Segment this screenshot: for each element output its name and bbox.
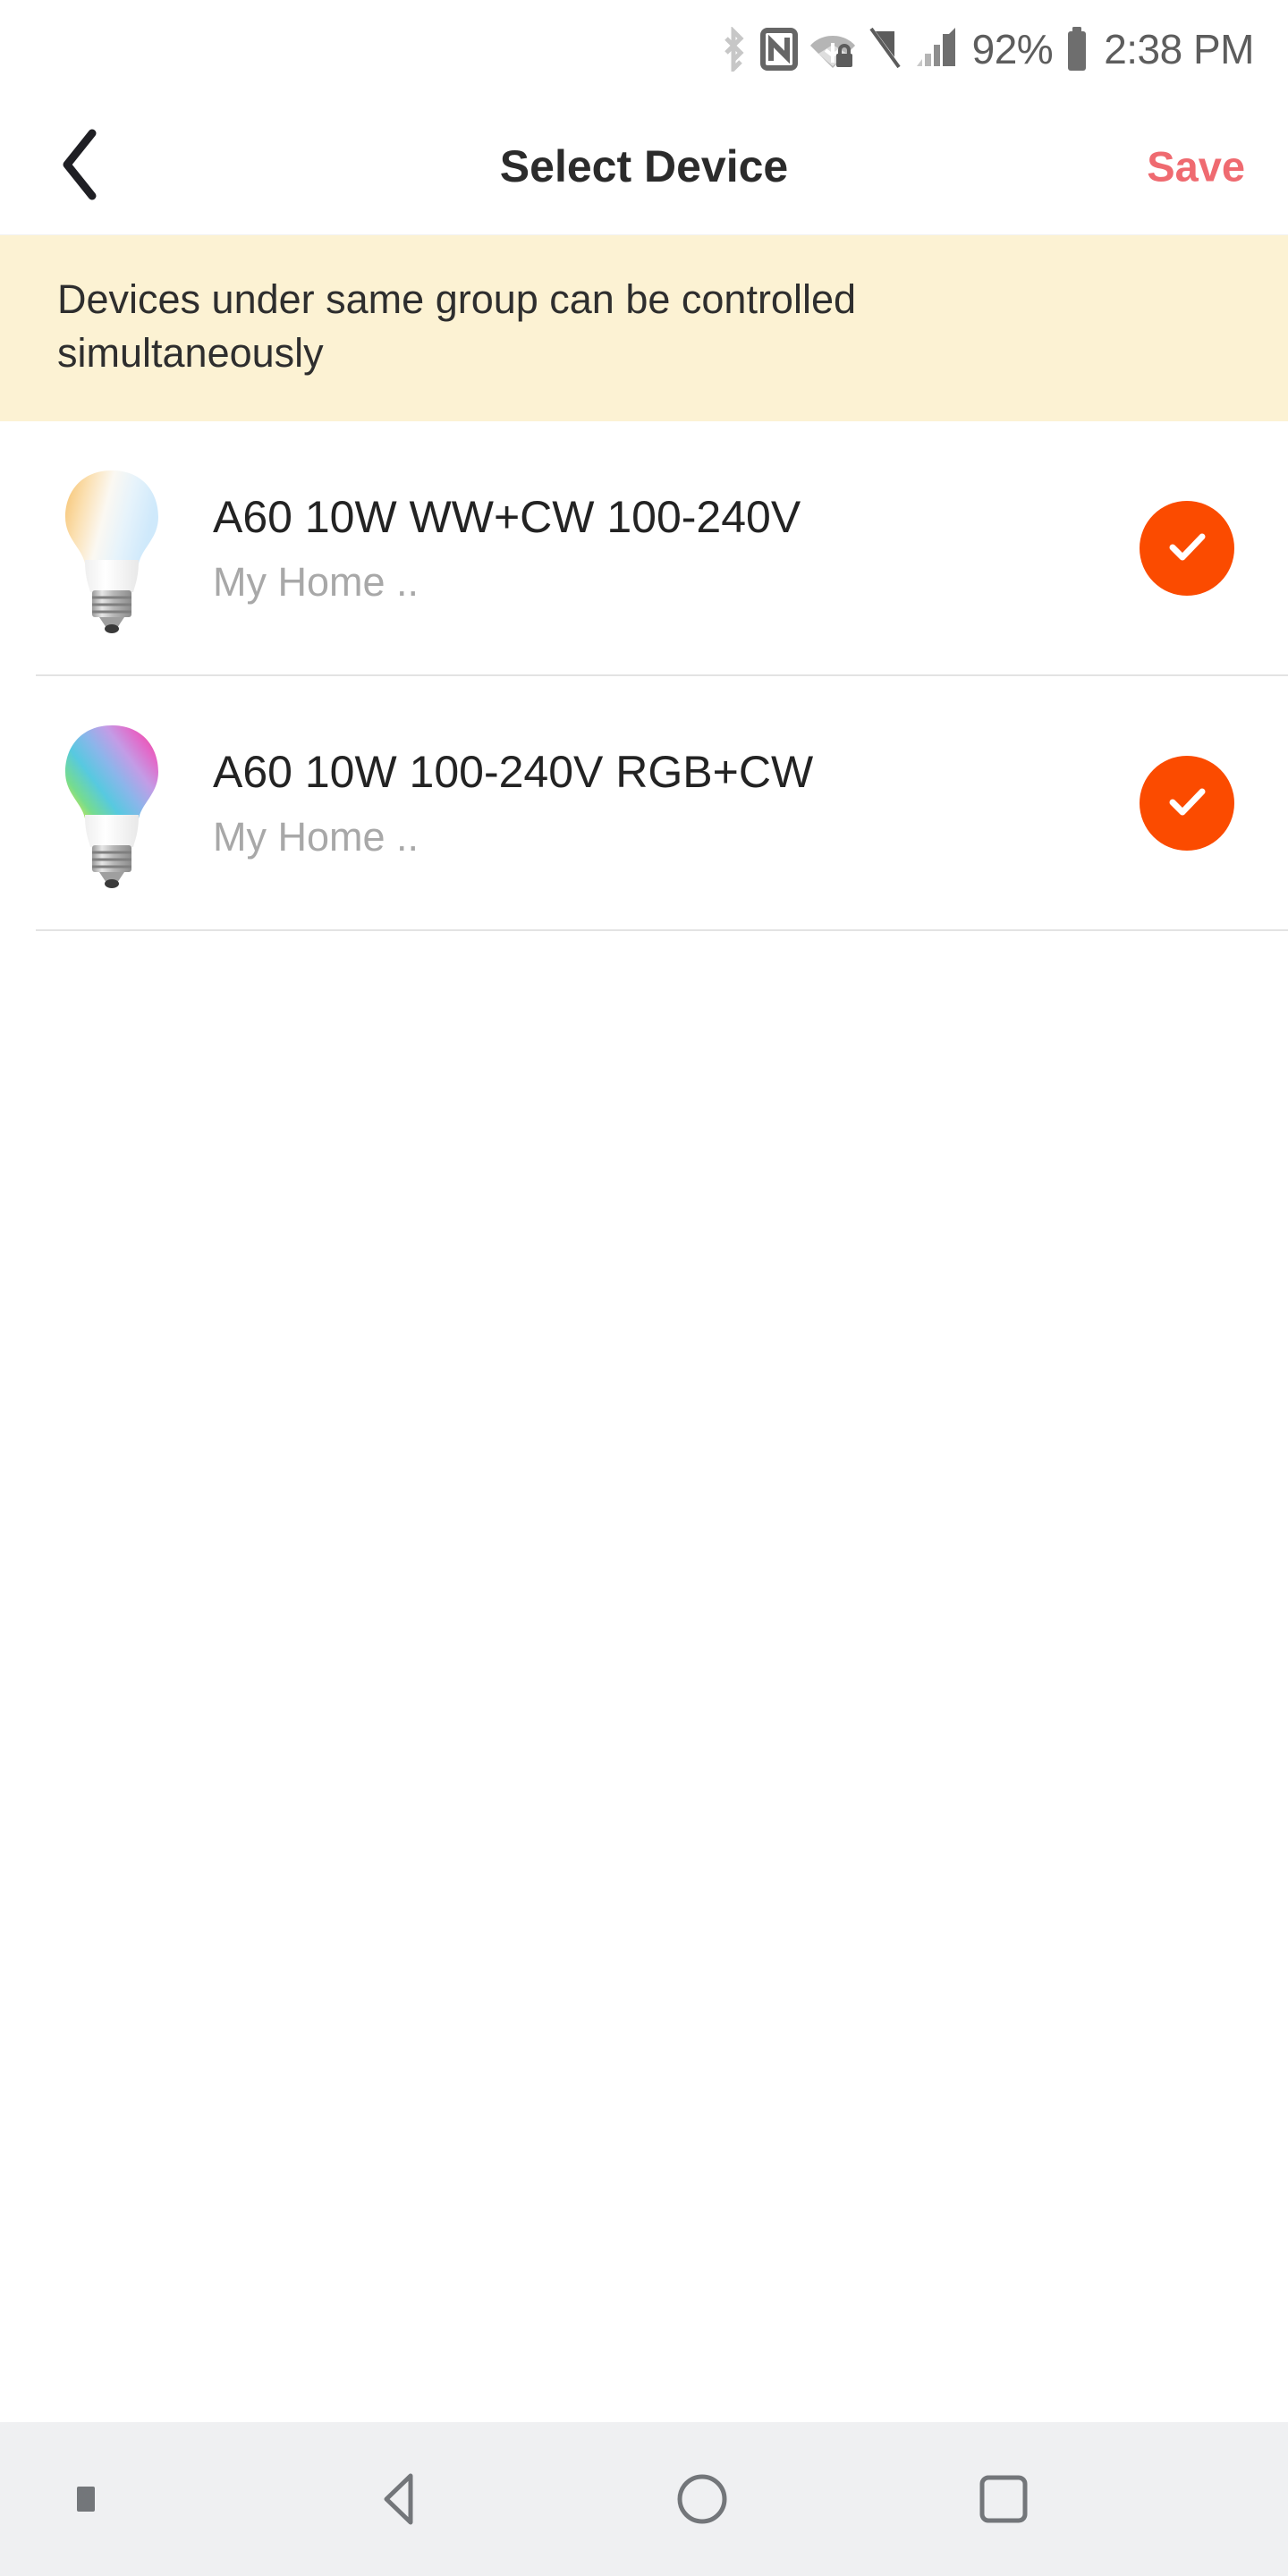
back-triangle-icon — [369, 2467, 433, 2531]
notice-text: Devices under same group can be controll… — [57, 276, 857, 376]
clock-label: 2:38 PM — [1104, 26, 1254, 72]
keyboard-indicator-icon[interactable] — [77, 2487, 95, 2512]
home-circle-icon — [670, 2467, 734, 2531]
back-button[interactable] — [30, 117, 129, 216]
device-info: A60 10W 100-240V RGB+CW My Home .. — [188, 749, 1140, 858]
check-icon — [1161, 521, 1213, 577]
battery-percent-label: 92% — [971, 26, 1054, 72]
bluetooth-icon — [718, 27, 749, 72]
nav-recents-button[interactable] — [950, 2445, 1057, 2553]
device-info: A60 10W WW+CW 100-240V My Home .. — [188, 494, 1140, 603]
cellular-signal-icon — [913, 27, 958, 72]
check-icon — [1161, 775, 1213, 832]
phone-screen: 92% 2:38 PM Select Device Save Devices u… — [0, 0, 1288, 2576]
nav-home-button[interactable] — [648, 2445, 756, 2553]
wifi-secured-icon — [809, 27, 856, 72]
android-navigation-bar — [0, 2422, 1288, 2576]
status-bar: 92% 2:38 PM — [0, 0, 1288, 98]
device-list: A60 10W WW+CW 100-240V My Home .. A60 10… — [0, 420, 1288, 2422]
device-row[interactable]: A60 10W WW+CW 100-240V My Home .. — [0, 420, 1288, 676]
battery-icon — [1065, 26, 1089, 72]
light-bulb-rgb-icon — [36, 714, 188, 893]
nav-back-button[interactable] — [347, 2445, 454, 2553]
light-bulb-warm-cool-icon — [36, 459, 188, 638]
nav-buttons — [0, 2445, 1288, 2553]
chevron-left-icon — [56, 128, 103, 206]
device-row[interactable]: A60 10W 100-240V RGB+CW My Home .. — [0, 675, 1288, 931]
recents-square-icon — [971, 2467, 1036, 2531]
status-bar-icons: 92% 2:38 PM — [718, 26, 1254, 72]
notice-banner: Devices under same group can be controll… — [0, 234, 1288, 421]
app-header: Select Device Save — [0, 98, 1288, 234]
device-select-checkbox[interactable] — [1140, 756, 1234, 852]
device-location: My Home .. — [213, 813, 419, 860]
nfc-icon — [759, 27, 798, 72]
save-button[interactable]: Save — [1141, 131, 1250, 202]
device-location: My Home .. — [213, 558, 419, 605]
page-title: Select Device — [499, 141, 789, 191]
device-select-checkbox[interactable] — [1140, 501, 1234, 597]
device-name: A60 10W WW+CW 100-240V — [213, 492, 801, 543]
device-name: A60 10W 100-240V RGB+CW — [213, 747, 814, 798]
sim-off-icon — [868, 27, 902, 72]
